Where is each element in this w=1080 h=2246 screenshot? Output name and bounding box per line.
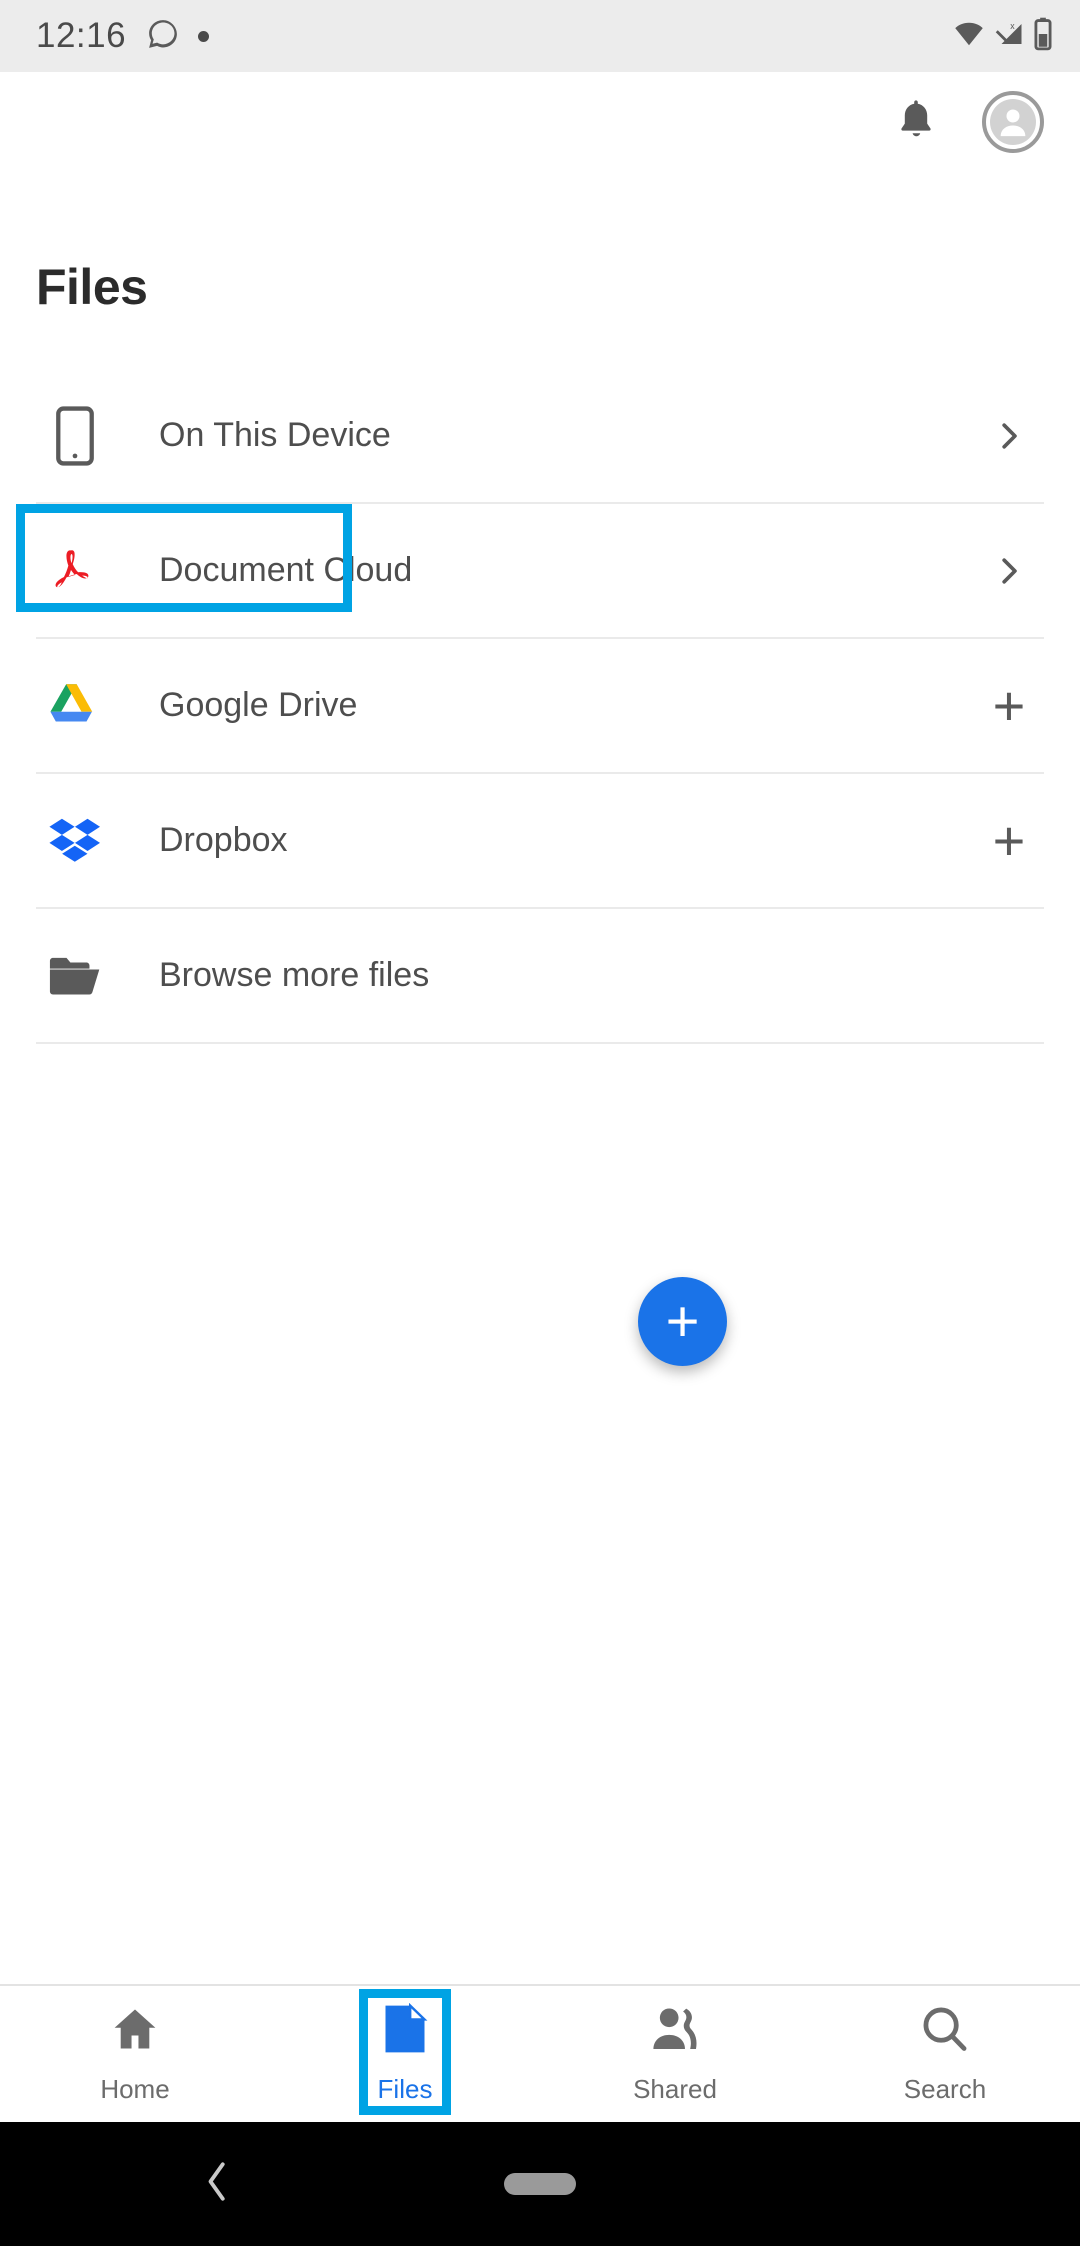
- battery-icon: [1032, 17, 1054, 56]
- system-navigation-bar: [0, 2122, 1080, 2246]
- svg-text:x: x: [1010, 21, 1015, 31]
- list-item-label: Google Drive: [159, 686, 358, 724]
- nav-tab-label: Files: [377, 2074, 433, 2104]
- list-item-label: Dropbox: [159, 821, 288, 859]
- bell-icon: [892, 96, 940, 149]
- home-icon: [109, 2003, 161, 2060]
- dot-indicator: [198, 30, 210, 42]
- notifications-button[interactable]: [886, 92, 946, 152]
- plus-icon[interactable]: +: [974, 808, 1044, 872]
- status-bar: 12:16 x: [0, 0, 1080, 72]
- app-header: [0, 72, 1080, 172]
- nav-tab-search[interactable]: Search: [810, 1985, 1080, 2123]
- nav-tab-files[interactable]: Files: [270, 1985, 540, 2123]
- file-locations-list: On This Device Document Cloud Google Dri…: [0, 369, 1080, 1044]
- bottom-navigation-bar: Home Files Shared Search: [0, 1984, 1080, 2122]
- plus-glyph: +: [992, 673, 1026, 737]
- whatsapp-icon: [146, 17, 180, 56]
- list-item-document-cloud[interactable]: Document Cloud: [36, 504, 1044, 639]
- home-pill-indicator[interactable]: [504, 2173, 576, 2195]
- people-icon: [648, 2003, 702, 2060]
- list-item-wrapper: Google Drive +: [0, 639, 1080, 774]
- avatar[interactable]: [982, 91, 1044, 153]
- list-item-wrapper: Dropbox +: [0, 774, 1080, 909]
- list-item-browse-more-files[interactable]: Browse more files: [36, 909, 1044, 1044]
- nav-tab-label: Shared: [633, 2074, 717, 2104]
- nav-tab-label: Home: [100, 2074, 170, 2104]
- adobe-acrobat-icon: [39, 535, 111, 607]
- list-item-wrapper: On This Device: [0, 369, 1080, 504]
- status-bar-notification-icons: [146, 17, 210, 56]
- plus-icon: +: [665, 1288, 700, 1354]
- chevron-right-icon[interactable]: [974, 554, 1044, 588]
- device-phone-icon: [39, 400, 111, 472]
- status-bar-clock: 12:16: [36, 16, 127, 55]
- plus-glyph: +: [992, 808, 1026, 872]
- wifi-icon: [952, 19, 986, 54]
- list-item-wrapper: Browse more files: [0, 909, 1080, 1044]
- dropbox-icon: [39, 805, 111, 877]
- chevron-right-icon[interactable]: [974, 419, 1044, 453]
- page-title: Files: [36, 259, 148, 315]
- nav-tab-label: Search: [903, 2074, 987, 2104]
- status-bar-system-icons: x: [952, 17, 1054, 56]
- back-chevron-icon[interactable]: [200, 2159, 234, 2210]
- nav-tab-home[interactable]: Home: [0, 1985, 270, 2123]
- nav-tab-shared[interactable]: Shared: [540, 1985, 810, 2123]
- account-avatar-icon: [990, 99, 1036, 145]
- list-item-dropbox[interactable]: Dropbox +: [36, 774, 1044, 909]
- folder-open-icon: [39, 940, 111, 1012]
- create-fab-button[interactable]: +: [638, 1277, 727, 1366]
- document-icon: [381, 2002, 429, 2060]
- signal-icon: x: [992, 19, 1026, 54]
- list-item-label: Document Cloud: [159, 551, 413, 589]
- list-item-label: Browse more files: [159, 956, 430, 994]
- list-item-on-this-device[interactable]: On This Device: [36, 369, 1044, 504]
- search-icon: [919, 2003, 971, 2060]
- list-item-label: On This Device: [159, 416, 391, 454]
- app-screen: 12:16 x Files On This Device Document Cl…: [0, 0, 1080, 2246]
- list-item-wrapper: Document Cloud: [0, 504, 1080, 639]
- plus-icon[interactable]: +: [974, 673, 1044, 737]
- list-item-google-drive[interactable]: Google Drive +: [36, 639, 1044, 774]
- google-drive-icon: [39, 670, 111, 742]
